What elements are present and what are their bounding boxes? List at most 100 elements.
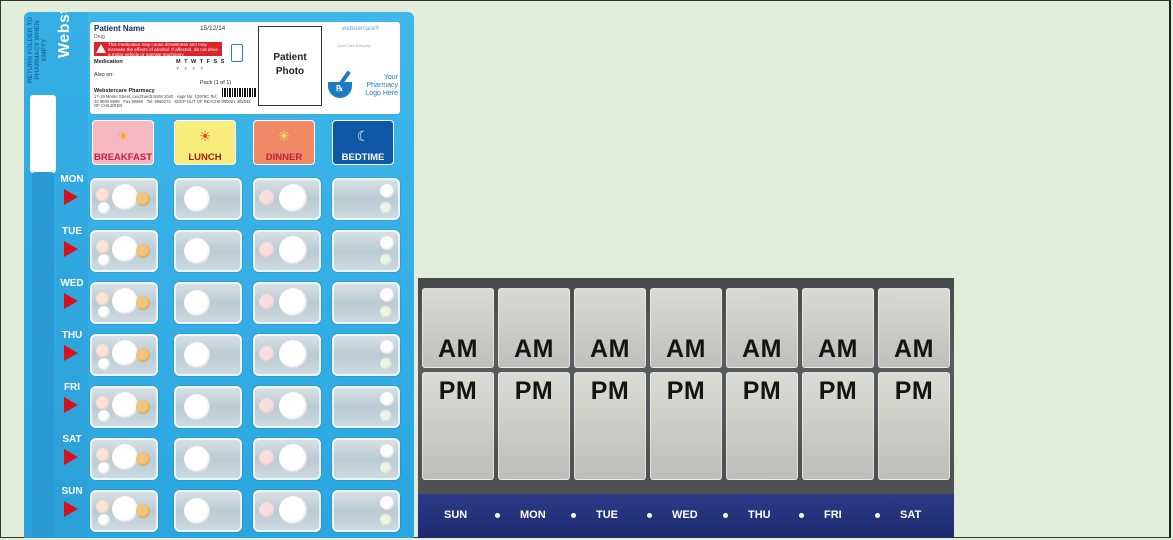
organizer-base: SUN MON TUE WED THU FRI SAT [418, 494, 954, 538]
pill [259, 242, 275, 258]
pm-compartment-mon: PM [498, 372, 570, 480]
blister-cell [174, 490, 242, 532]
am-label: AM [514, 335, 554, 363]
blister-cell [332, 230, 400, 272]
pill [380, 340, 394, 354]
prescription-label: Patient Name 15/12/14 Drug This medicati… [90, 22, 400, 114]
dinner-tab: ☀ DINNER [253, 120, 315, 165]
moon-icon: ☾ [356, 128, 370, 144]
mortar-icon: ℞ [328, 82, 352, 98]
day-name: MON [60, 174, 84, 185]
pill [184, 498, 210, 524]
pm-compartment-fri: PM [802, 372, 874, 480]
arrow-right-icon [64, 449, 78, 465]
pill [136, 504, 150, 518]
pill [259, 502, 275, 518]
pill [112, 236, 138, 262]
pill [279, 340, 307, 368]
am-compartment-sat: AM [878, 288, 950, 368]
pm-compartment-sat: PM [878, 372, 950, 480]
patient-photo-label: Patient Photo [273, 52, 307, 77]
medication-field: Medication [94, 59, 123, 65]
pill [259, 398, 275, 414]
bedtime-tab: ☾ BEDTIME [332, 120, 394, 165]
am-compartment-wed: AM [650, 288, 722, 368]
lunch-tab: ☀ LUNCH [174, 120, 236, 165]
arrow-right-icon [64, 501, 78, 517]
am-label: AM [818, 335, 858, 363]
am-compartment-thu: AM [726, 288, 798, 368]
pill [112, 496, 138, 522]
pill [380, 496, 394, 510]
pill [380, 514, 392, 526]
pill [98, 514, 110, 526]
day-name: SAT [62, 434, 82, 445]
blister-cell [332, 386, 400, 428]
pill [184, 394, 210, 420]
pm-label: PM [666, 377, 706, 405]
pill [259, 346, 275, 362]
pm-compartment-thu: PM [726, 372, 798, 480]
arrow-right-icon [64, 345, 78, 361]
arrow-right-icon [64, 189, 78, 205]
pill [380, 358, 392, 370]
pm-label: PM [438, 377, 478, 405]
base-day-thu: THU [748, 509, 771, 521]
pill [259, 294, 275, 310]
day-label-thu: THU [56, 330, 88, 361]
pm-label: PM [818, 377, 858, 405]
pill [184, 446, 210, 472]
day-name: FRI [63, 382, 81, 393]
pm-compartment-tue: PM [574, 372, 646, 480]
pill [136, 452, 150, 466]
am-label: AM [742, 335, 782, 363]
day-name: TUE [62, 226, 82, 237]
pill [380, 462, 392, 474]
pill [96, 240, 110, 254]
separator-dot [571, 513, 576, 518]
day-label-fri: FRI [56, 382, 88, 413]
blister-cell [174, 230, 242, 272]
base-day-tue: TUE [596, 509, 618, 521]
sunset-icon: ☀ [277, 128, 291, 144]
separator-dot [647, 513, 652, 518]
arrow-right-icon [64, 397, 78, 413]
am-compartment-fri: AM [802, 288, 874, 368]
pill [98, 410, 110, 422]
pack-count: Pack (1 of 1) [200, 80, 232, 86]
pill [259, 450, 275, 466]
blister-pack-image: Webster-pak® RETURN FOLDER TO PHARMACY W… [24, 12, 414, 538]
pill [136, 348, 150, 362]
separator-dot [875, 513, 880, 518]
day-label-tue: TUE [56, 226, 88, 257]
arrow-right-icon [64, 241, 78, 257]
base-day-wed: WED [672, 509, 698, 521]
dose-days-marks: Y Y Y Y [176, 66, 206, 71]
pm-compartment-wed: PM [650, 372, 722, 480]
pill [259, 190, 275, 206]
pill [98, 202, 110, 214]
pill [380, 410, 392, 422]
blister-cell [90, 438, 158, 480]
blister-cell [332, 490, 400, 532]
pill [98, 358, 110, 370]
return-note-tab [30, 95, 56, 173]
day-name: WED [60, 278, 84, 289]
warning-icon [96, 44, 106, 53]
blister-cell [332, 438, 400, 480]
blister-cell [253, 230, 321, 272]
pill [279, 444, 307, 472]
bottle-icon [231, 44, 243, 62]
pill [279, 496, 307, 524]
base-day-fri: FRI [824, 509, 842, 521]
blister-cell [253, 490, 321, 532]
pill [184, 186, 210, 212]
pm-label: PM [590, 377, 630, 405]
blister-cell [253, 386, 321, 428]
day-name: THU [61, 330, 83, 341]
pill [380, 392, 394, 406]
pill [279, 184, 307, 212]
pill [380, 288, 394, 302]
pill [98, 306, 110, 318]
pharmacy-logo-placeholder: Your Pharmacy Logo Here [365, 74, 398, 97]
